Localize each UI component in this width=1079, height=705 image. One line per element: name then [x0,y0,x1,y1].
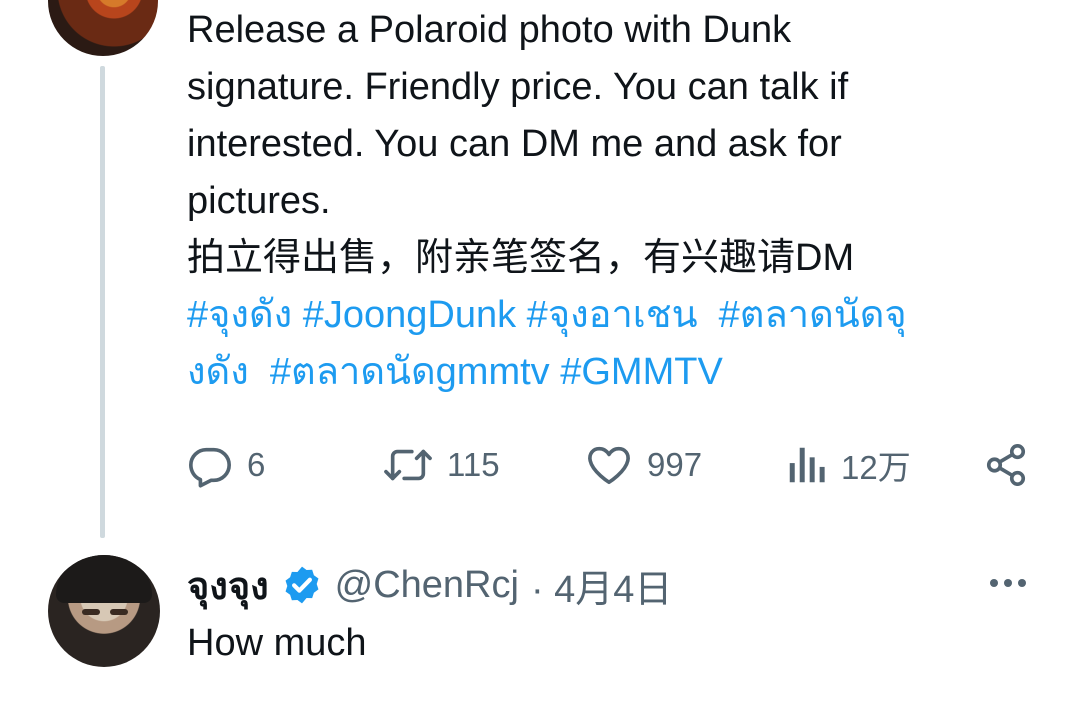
comment-icon [189,447,231,488]
tweet-actions-bar: 6 115 997 12万 [187,435,1037,495]
thread-connector-line [100,66,105,538]
reply-header: จุงจุง @ChenRcj · 4月4日 [187,557,672,613]
analytics-icon [789,447,825,483]
retweet-icon [384,449,432,481]
more-options-button[interactable] [986,563,1030,603]
reply-handle[interactable]: @ChenRcj [335,564,519,607]
retweet-button[interactable]: 115 [383,435,500,495]
tweet-text: Release a Polaroid photo with Dunk signa… [187,9,855,279]
like-button[interactable]: 997 [585,435,702,495]
reply-date[interactable]: · 4月4日 [531,558,672,613]
more-dots-icon [990,579,998,587]
share-icon [986,444,1026,486]
views-count: 12万 [841,449,911,486]
reply-display-name[interactable]: จุงจุง [187,555,269,616]
heart-icon [588,446,630,485]
author-avatar[interactable] [48,0,158,56]
retweet-count: 115 [447,446,500,483]
reply-button[interactable]: 6 [187,435,265,495]
tweet-hashtags[interactable]: #จุงดัง #JoongDunk #จุงอาเชน #ตลาดนัดจุ … [187,287,1047,401]
reply-tweet[interactable]: จุงจุง @ChenRcj · 4月4日 How much [0,545,1079,705]
reply-text: How much [187,622,367,664]
like-count: 997 [647,446,703,483]
verified-badge-icon [285,566,319,604]
reply-count: 6 [247,446,266,483]
share-button[interactable] [983,435,1029,495]
views-button[interactable]: 12万 [787,435,911,495]
reply-author-avatar[interactable] [48,555,160,667]
